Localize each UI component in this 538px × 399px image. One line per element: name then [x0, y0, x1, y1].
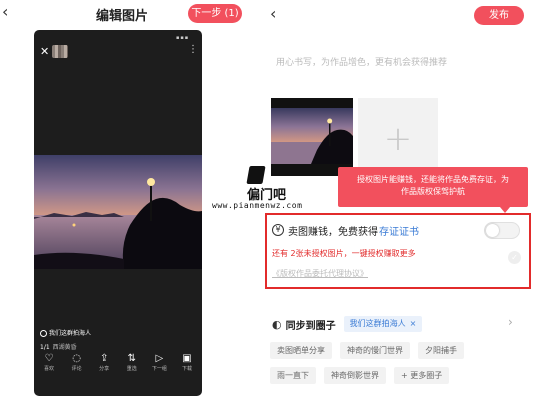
copyright-tooltip: 授权图片能赚钱，还能将作品免费存证，为 作品版权保驾护航	[338, 167, 528, 207]
sync-circle-row: ◐ 同步到圈子 我们这群拍海人 ×	[272, 314, 423, 334]
tool-label: 下一组	[151, 366, 167, 372]
next-step-button[interactable]: 下一步 (1)	[188, 4, 242, 23]
chip-row: 雨一直下 神奇倒影世界 + 更多圈子	[270, 367, 532, 384]
circle-chip[interactable]: 雨一直下	[270, 367, 316, 384]
avatar	[52, 45, 68, 58]
publish-button[interactable]: 发布	[474, 6, 524, 25]
description-input[interactable]: 用心书写，为作品增色，更有机会获得推荐	[276, 55, 447, 68]
comment-icon: ◌	[72, 353, 81, 364]
circle-suggestions: 卖图晒单分享 神奇的慢门世界 夕阳捕手 雨一直下 神奇倒影世界 + 更多圈子	[270, 342, 532, 392]
yen-icon: ¥	[272, 224, 284, 236]
more-vertical-icon[interactable]: ⋮	[188, 45, 198, 55]
tool-label: 喜欢	[43, 366, 54, 372]
screen: ‹ 编辑图片 下一步 (1) ▪▪▪ ✕ ⋮ 我们这群拍海人 1/1 西湖黄昏 …	[0, 0, 538, 399]
certificate-link[interactable]: 存证证书	[379, 223, 419, 238]
save-tool[interactable]: ▣ 下载	[178, 352, 196, 376]
watermark-logo-icon	[246, 166, 266, 184]
selected-group-label: 我们这群拍海人	[349, 319, 406, 328]
sell-image-label: 卖图赚钱，免费获得	[288, 226, 378, 238]
circle-chip[interactable]: 神奇倒影世界	[324, 367, 386, 384]
status-bar-icons: ▪▪▪	[176, 35, 190, 41]
tooltip-line: 授权图片能赚钱，还能将作品免费存证，为	[357, 175, 509, 184]
unauthorized-notice[interactable]: 还有 2张未授权图片，一键授权赚取更多	[272, 248, 416, 259]
lake-sunset-image	[34, 155, 202, 269]
chevron-right-icon[interactable]: ›	[508, 315, 513, 329]
back-arrow-icon[interactable]: ‹	[2, 4, 8, 20]
thumbnail-image	[271, 98, 353, 176]
edit-image-pane: ‹ 编辑图片 下一步 (1) ▪▪▪ ✕ ⋮ 我们这群拍海人 1/1 西湖黄昏 …	[0, 0, 262, 399]
sync-label: 同步到圈子	[285, 320, 336, 332]
image-counter: 1/1	[40, 344, 50, 351]
preview-toolbar: ♡ 喜欢 ◌ 评论 ⇪ 分享 ⇅ 重选 ▷ 下一组 ▣ 下载	[40, 352, 196, 376]
close-icon[interactable]: ✕	[40, 46, 49, 57]
sunset-photo	[34, 155, 202, 269]
heart-icon: ♡	[44, 353, 54, 364]
more-circles-chip[interactable]: + 更多圈子	[394, 367, 450, 384]
sell-image-row: ¥ 卖图赚钱，免费获得 存证证书	[272, 220, 419, 240]
image-location: 1/1 西湖黄昏	[40, 342, 77, 351]
tool-label: 评论	[71, 366, 82, 372]
phone-preview: ▪▪▪ ✕ ⋮ 我们这群拍海人 1/1 西湖黄昏 ♡ 喜欢 ◌ 评论 ⇪ 分享 …	[34, 30, 202, 396]
toggle-knob	[486, 224, 499, 237]
agreement-link[interactable]: 《版权作品委托代理协议》	[272, 268, 368, 279]
share-icon: ⇪	[99, 353, 109, 364]
save-icon: ▣	[182, 353, 192, 364]
watermark-url: www.pianmenwz.com	[212, 201, 303, 210]
circle-chip[interactable]: 卖图晒单分享	[270, 342, 332, 359]
sell-image-toggle[interactable]	[484, 222, 520, 239]
replace-tool[interactable]: ⇅ 重选	[123, 352, 141, 376]
group-tag-label: 我们这群拍海人	[49, 330, 92, 337]
selected-photo-thumbnail[interactable]	[271, 98, 353, 176]
heart-tool[interactable]: ♡ 喜欢	[40, 352, 58, 376]
remove-icon[interactable]: ×	[410, 319, 417, 328]
back-arrow-icon[interactable]: ‹	[270, 4, 276, 23]
circle-chip[interactable]: 神奇的慢门世界	[340, 342, 410, 359]
share-tool[interactable]: ⇪ 分享	[95, 352, 113, 376]
preview-header: ✕ ⋮	[34, 44, 202, 60]
check-icon[interactable]: ✓	[508, 251, 521, 264]
replace-icon: ⇅	[127, 353, 136, 364]
tooltip-line: 作品版权保驾护航	[401, 187, 465, 196]
chip-row: 卖图晒单分享 神奇的慢门世界 夕阳捕手	[270, 342, 532, 359]
publish-pane: ‹ 发布 用心书写，为作品增色，更有机会获得推荐 + 授权图片能赚钱，还能将作品…	[262, 0, 538, 399]
tool-label: 下载	[181, 366, 192, 372]
planet-icon: ◐	[272, 317, 282, 331]
next-icon: ▷	[155, 353, 164, 364]
selected-group-chip[interactable]: 我们这群拍海人 ×	[343, 316, 423, 332]
next-group-tool[interactable]: ▷ 下一组	[150, 352, 168, 376]
tool-label: 分享	[99, 366, 110, 372]
circle-chip[interactable]: 夕阳捕手	[418, 342, 464, 359]
comment-tool[interactable]: ◌ 评论	[68, 352, 86, 376]
location-pin-icon	[40, 330, 47, 337]
location-name: 西湖黄昏	[52, 344, 77, 351]
tool-label: 重选	[126, 366, 137, 372]
group-tag[interactable]: 我们这群拍海人	[40, 328, 91, 337]
page-title: 编辑图片	[95, 9, 148, 24]
